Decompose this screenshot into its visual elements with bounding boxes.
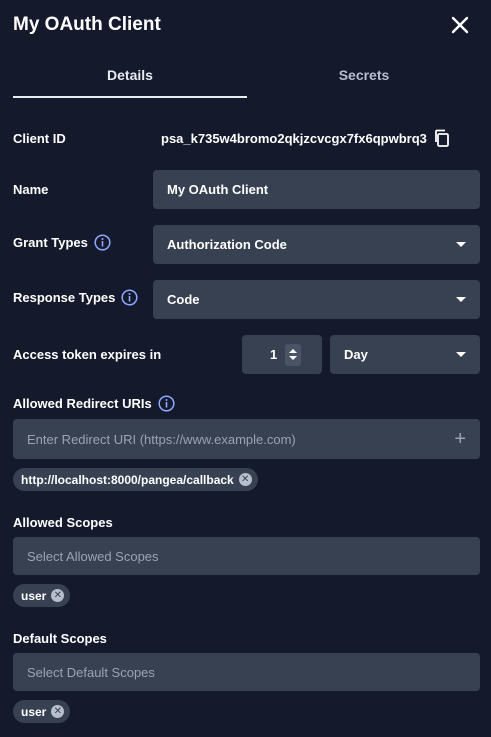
access-token-amount-value: 1 bbox=[270, 347, 278, 362]
default-scopes-select[interactable]: Select Default Scopes bbox=[13, 653, 480, 691]
tab-secrets[interactable]: Secrets bbox=[247, 67, 481, 83]
allowed-scope-chip: user ✕ bbox=[13, 584, 71, 607]
allowed-scopes-placeholder: Select Allowed Scopes bbox=[27, 548, 159, 564]
close-icon[interactable] bbox=[449, 14, 471, 36]
info-icon[interactable] bbox=[121, 289, 138, 306]
chevron-down-icon bbox=[456, 352, 466, 357]
tab-details[interactable]: Details bbox=[13, 67, 247, 83]
default-scopes-placeholder: Select Default Scopes bbox=[27, 664, 155, 680]
grant-types-select[interactable]: Authorization Code bbox=[153, 225, 480, 264]
redirect-uri-placeholder: Enter Redirect URI (https://www.example.… bbox=[27, 431, 296, 447]
allowed-scopes-select[interactable]: Select Allowed Scopes bbox=[13, 537, 480, 575]
grant-types-selected-value: Authorization Code bbox=[167, 237, 287, 252]
client-id-label: Client ID bbox=[13, 131, 66, 146]
grant-types-label: Grant Types bbox=[13, 234, 111, 251]
access-token-label: Access token expires in bbox=[13, 347, 161, 362]
response-types-label-text: Response Types bbox=[13, 290, 116, 305]
allowed-scope-chip-label: user bbox=[21, 588, 47, 603]
stepper-up-icon[interactable] bbox=[289, 349, 298, 353]
name-input-value: My OAuth Client bbox=[167, 182, 269, 197]
default-scope-chip-label: user bbox=[21, 704, 47, 719]
access-token-amount-input[interactable]: 1 bbox=[242, 335, 322, 374]
default-scopes-label: Default Scopes bbox=[13, 631, 107, 646]
access-token-label-text: Access token expires in bbox=[13, 347, 162, 362]
allowed-scopes-label: Allowed Scopes bbox=[13, 515, 113, 530]
plus-icon[interactable]: + bbox=[454, 428, 466, 451]
default-scopes-label-text: Default Scopes bbox=[13, 631, 107, 646]
redirect-uris-label: Allowed Redirect URIs bbox=[13, 395, 175, 412]
redirect-uri-input[interactable]: Enter Redirect URI (https://www.example.… bbox=[13, 419, 480, 459]
name-label: Name bbox=[13, 182, 48, 197]
remove-chip-icon[interactable]: ✕ bbox=[51, 705, 65, 718]
chevron-down-icon bbox=[456, 297, 466, 302]
client-id-label-text: Client ID bbox=[13, 131, 66, 146]
response-types-label: Response Types bbox=[13, 289, 138, 306]
info-icon[interactable] bbox=[94, 234, 111, 251]
copy-icon[interactable] bbox=[433, 129, 451, 147]
access-token-unit-value: Day bbox=[344, 347, 368, 362]
chevron-down-icon bbox=[456, 242, 466, 247]
page-title: My OAuth Client bbox=[13, 14, 161, 35]
response-types-select[interactable]: Code bbox=[153, 280, 480, 319]
name-label-text: Name bbox=[13, 182, 49, 197]
redirect-uri-chip: http://localhost:8000/pangea/callback ✕ bbox=[13, 468, 258, 491]
remove-chip-icon[interactable]: ✕ bbox=[238, 473, 252, 486]
active-tab-indicator bbox=[13, 96, 247, 98]
access-token-unit-select[interactable]: Day bbox=[330, 335, 480, 374]
stepper-down-icon[interactable] bbox=[289, 356, 298, 360]
remove-chip-icon[interactable]: ✕ bbox=[51, 589, 65, 602]
number-stepper[interactable] bbox=[285, 343, 302, 366]
grant-types-label-text: Grant Types bbox=[13, 235, 88, 250]
client-id-value: psa_k735w4bromo2qkjzcvcgx7fx6qpwbrq3 bbox=[161, 131, 427, 146]
redirect-uri-chip-label: http://localhost:8000/pangea/callback bbox=[21, 472, 234, 487]
name-input[interactable]: My OAuth Client bbox=[153, 170, 480, 209]
redirect-uris-label-text: Allowed Redirect URIs bbox=[13, 396, 152, 411]
info-icon[interactable] bbox=[158, 395, 175, 412]
response-types-selected-value: Code bbox=[167, 292, 200, 307]
allowed-scopes-label-text: Allowed Scopes bbox=[13, 515, 113, 530]
default-scope-chip: user ✕ bbox=[13, 700, 71, 723]
